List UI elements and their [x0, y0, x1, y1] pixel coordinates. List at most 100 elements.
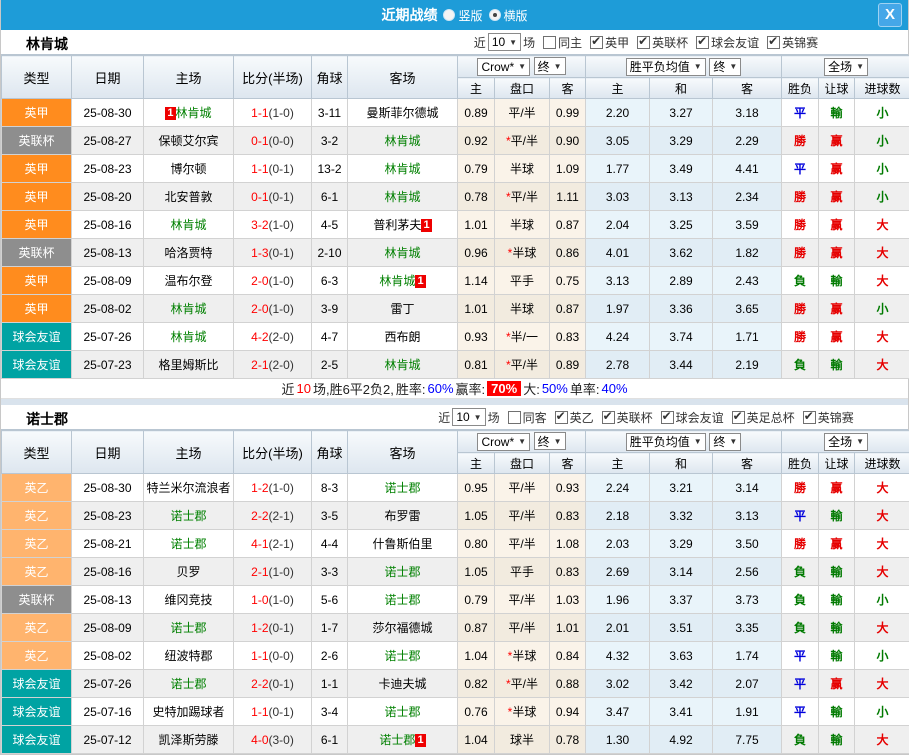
half-time-score: (2-1)	[269, 509, 294, 523]
handicap-text: 半球	[510, 302, 534, 316]
cell-date: 25-08-02	[72, 295, 144, 323]
cell-date: 25-08-30	[72, 474, 144, 502]
results-table-2: 类型日期主场比分(半场)角球客场Crow*▼ 终▼胜平负均值▼ 终▼全场▼主盘口…	[1, 430, 909, 754]
cell-avg-lose: 2.56	[713, 558, 782, 586]
league-checkbox-球会友谊[interactable]	[696, 36, 709, 49]
cell-handicap-result: 輸	[819, 267, 855, 295]
league-checkbox-英锦赛[interactable]	[767, 36, 780, 49]
close-icon[interactable]: X	[878, 3, 902, 27]
full-time-score: 3-2	[251, 218, 268, 232]
away-team-name: 林肯城	[384, 162, 420, 176]
away-team-name: 林肯城	[384, 358, 420, 372]
cell-league-type: 英乙	[2, 642, 72, 670]
column-header-比分(半场): 比分(半场)	[234, 56, 312, 99]
half-time-score: (2-0)	[269, 330, 294, 344]
cell-handicap-line: 平手	[495, 558, 550, 586]
cell-away-team: 莎尔福德城	[348, 614, 458, 642]
home-team-name: 哈洛贾特	[164, 246, 212, 260]
cell-away-team: 林肯城1	[348, 267, 458, 295]
avg-time-select[interactable]: 终▼	[709, 58, 741, 76]
radio-horizontal-icon[interactable]	[489, 9, 501, 21]
cell-corners: 3-5	[312, 502, 348, 530]
cell-avg-draw: 3.42	[650, 670, 713, 698]
cell-avg-draw: 3.63	[650, 642, 713, 670]
league-checkbox-球会友谊[interactable]	[661, 411, 674, 424]
cell-handicap-result: 赢	[819, 670, 855, 698]
cell-avg-win: 1.96	[586, 586, 650, 614]
full-time-score: 2-2	[251, 677, 268, 691]
half-time-score: (2-0)	[269, 358, 294, 372]
cell-home-team: 诺士郡	[144, 530, 234, 558]
avg-odds-select[interactable]: 胜平负均值▼	[626, 58, 706, 76]
odds-company-select[interactable]: Crow*▼	[477, 58, 530, 76]
cell-home-team: 林肯城	[144, 323, 234, 351]
half-time-score: (2-1)	[269, 537, 294, 551]
table-row: 英联杯25-08-13维冈竞技1-0(1-0)5-6诺士郡0.79平/半1.03…	[2, 586, 909, 614]
cell-result: 平	[782, 698, 819, 726]
layout-radio-vertical[interactable]: 竖版	[443, 7, 482, 24]
cell-avg-draw: 3.29	[650, 530, 713, 558]
cell-avg-win: 1.30	[586, 726, 650, 754]
red-card-badge: 1	[415, 275, 425, 288]
cell-result: 勝	[782, 239, 819, 267]
summary-part: 70%	[487, 381, 521, 396]
odds-company-select[interactable]: Crow*▼	[477, 433, 530, 451]
scope-select[interactable]: 全场▼	[824, 433, 868, 451]
league-checkbox-英足总杯[interactable]	[732, 411, 745, 424]
odds-time-select[interactable]: 终▼	[534, 432, 566, 450]
avg-time-select[interactable]: 终▼	[709, 433, 741, 451]
cell-handicap-line: 球半	[495, 726, 550, 754]
cell-handicap-away-odds: 0.83	[550, 558, 586, 586]
handicap-text: 平/半	[508, 106, 535, 120]
subcolumn-header-让球: 让球	[819, 78, 855, 99]
full-time-score: 1-1	[251, 106, 268, 120]
league-checkbox-英联杯[interactable]	[602, 411, 615, 424]
cell-score: 2-1(1-0)	[234, 558, 312, 586]
cell-date: 25-07-16	[72, 698, 144, 726]
home-team-name: 诺士郡	[170, 509, 206, 523]
cell-over-under: 大	[855, 670, 909, 698]
cell-over-under: 小	[855, 698, 909, 726]
cell-over-under: 大	[855, 530, 909, 558]
cell-over-under: 大	[855, 267, 909, 295]
handicap-text: 半球	[512, 246, 536, 260]
same-venue-checkbox[interactable]	[508, 411, 521, 424]
league-label: 球会友谊	[711, 34, 759, 51]
layout-radio-horizontal[interactable]: 横版	[489, 7, 528, 24]
cell-handicap-home-odds: 1.01	[458, 295, 495, 323]
match-count-select[interactable]: 10▼	[488, 33, 521, 51]
cell-home-team: 博尔顿	[144, 155, 234, 183]
cell-handicap-result: 輸	[819, 614, 855, 642]
cell-corners: 4-5	[312, 211, 348, 239]
subcolumn-header-让球: 让球	[819, 453, 855, 474]
cell-handicap-home-odds: 1.14	[458, 267, 495, 295]
chevron-down-icon: ▼	[509, 38, 517, 47]
avg-odds-select[interactable]: 胜平负均值▼	[626, 433, 706, 451]
same-venue-checkbox[interactable]	[543, 36, 556, 49]
cell-result: 勝	[782, 295, 819, 323]
table-row: 英联杯25-08-13哈洛贾特1-3(0-1)2-10林肯城0.96*半球0.8…	[2, 239, 909, 267]
cell-handicap-line: 平/半	[495, 502, 550, 530]
match-count-select[interactable]: 10▼	[452, 408, 485, 426]
half-time-score: (0-0)	[269, 134, 294, 148]
cell-away-team: 普利茅夫1	[348, 211, 458, 239]
league-checkbox-英锦赛[interactable]	[803, 411, 816, 424]
cell-avg-lose: 3.65	[713, 295, 782, 323]
cell-avg-win: 3.02	[586, 670, 650, 698]
cell-handicap-home-odds: 0.79	[458, 155, 495, 183]
handicap-text: 平/半	[508, 481, 535, 495]
scope-select[interactable]: 全场▼	[824, 58, 868, 76]
radio-vertical-icon[interactable]	[443, 9, 455, 21]
table-row: 英乙25-08-23诺士郡2-2(2-1)3-5布罗雷1.05平/半0.832.…	[2, 502, 909, 530]
cell-score: 2-1(2-0)	[234, 351, 312, 379]
cell-score: 3-2(1-0)	[234, 211, 312, 239]
league-checkbox-英联杯[interactable]	[637, 36, 650, 49]
cell-score: 4-0(3-0)	[234, 726, 312, 754]
league-checkbox-英乙[interactable]	[555, 411, 568, 424]
cell-league-type: 英甲	[2, 155, 72, 183]
cell-avg-lose: 3.35	[713, 614, 782, 642]
odds-time-select[interactable]: 终▼	[534, 57, 566, 75]
cell-home-team: 贝罗	[144, 558, 234, 586]
league-checkbox-英甲[interactable]	[590, 36, 603, 49]
away-team-name: 什鲁斯伯里	[372, 537, 432, 551]
